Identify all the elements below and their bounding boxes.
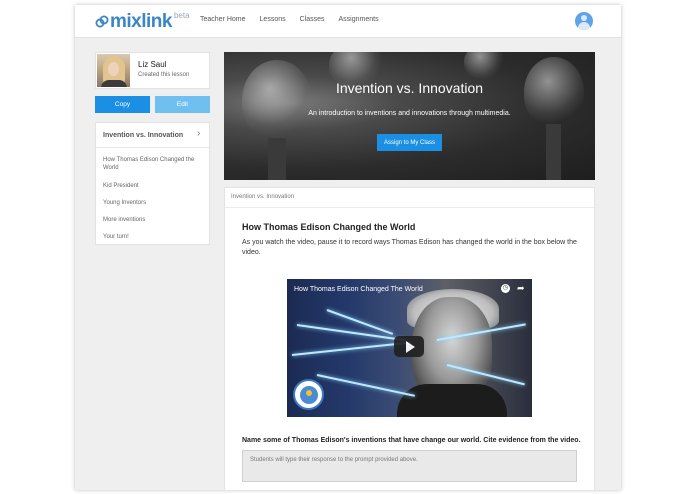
- breadcrumb: Invention vs. Innovation: [225, 188, 594, 208]
- chevron-right-icon: ›: [197, 128, 201, 139]
- outline-item-kid-president[interactable]: Kid President: [103, 182, 203, 190]
- clock-icon[interactable]: ◷: [501, 284, 510, 293]
- outline-item-young-inventors[interactable]: Young Inventors: [103, 199, 203, 207]
- outline-header[interactable]: Invention vs. Innovation ›: [96, 123, 209, 148]
- nav-assignments[interactable]: Assignments: [339, 16, 379, 23]
- channel-logo-icon: [293, 379, 324, 410]
- author-card: Liz Saul Created this lesson: [95, 52, 210, 89]
- user-avatar-icon[interactable]: [575, 12, 593, 30]
- main-nav: Teacher Home Lessons Classes Assignments: [200, 16, 393, 23]
- prompt-label: Name some of Thomas Edison's inventions …: [242, 437, 581, 444]
- breadcrumb-item[interactable]: Invention vs. Innovation: [231, 194, 294, 200]
- mixlink-logo[interactable]: mixlink beta: [95, 11, 190, 32]
- lesson-content-card: Invention vs. Innovation How Thomas Edis…: [224, 187, 595, 490]
- section-description: As you watch the video, pause it to reco…: [242, 239, 577, 256]
- play-icon[interactable]: [394, 336, 424, 357]
- share-icon[interactable]: ➦: [517, 283, 525, 293]
- logo-text: mixlink: [110, 11, 172, 32]
- student-response-field[interactable]: [242, 450, 577, 482]
- lesson-outline: Invention vs. Innovation › How Thomas Ed…: [95, 122, 210, 245]
- video-title[interactable]: How Thomas Edison Changed The World: [294, 286, 423, 293]
- outline-item-your-turn[interactable]: Your turn!: [103, 233, 203, 241]
- nav-classes[interactable]: Classes: [300, 16, 325, 23]
- author-name[interactable]: Liz Saul: [138, 60, 166, 69]
- nav-lessons[interactable]: Lessons: [260, 16, 286, 23]
- lesson-subtitle: An introduction to inventions and innova…: [308, 110, 511, 117]
- nav-teacher-home[interactable]: Teacher Home: [200, 16, 246, 23]
- assign-to-class-button[interactable]: Assign to My Class: [377, 134, 442, 151]
- app-window: mixlink beta Teacher Home Lessons Classe…: [75, 5, 621, 490]
- video-player[interactable]: How Thomas Edison Changed The World ◷ ➦: [287, 279, 532, 417]
- outline-title: Invention vs. Innovation: [103, 132, 184, 139]
- author-subtitle: Created this lesson: [138, 72, 190, 78]
- lesson-hero-banner: Invention vs. Innovation An introduction…: [224, 52, 595, 180]
- outline-item-more-inventions[interactable]: More inventions: [103, 216, 203, 224]
- section-title: How Thomas Edison Changed the World: [242, 222, 416, 232]
- top-navbar: mixlink beta Teacher Home Lessons Classe…: [75, 5, 621, 38]
- lightbulb-decoration: [242, 60, 312, 140]
- copy-button[interactable]: Copy: [95, 96, 150, 113]
- outline-item-edison[interactable]: How Thomas Edison Changed the World: [103, 156, 203, 172]
- edit-button[interactable]: Edit: [155, 96, 210, 113]
- beta-badge: beta: [173, 11, 190, 20]
- author-photo: [97, 54, 130, 87]
- lesson-title: Invention vs. Innovation: [335, 80, 484, 96]
- link-logo-icon: [95, 15, 109, 28]
